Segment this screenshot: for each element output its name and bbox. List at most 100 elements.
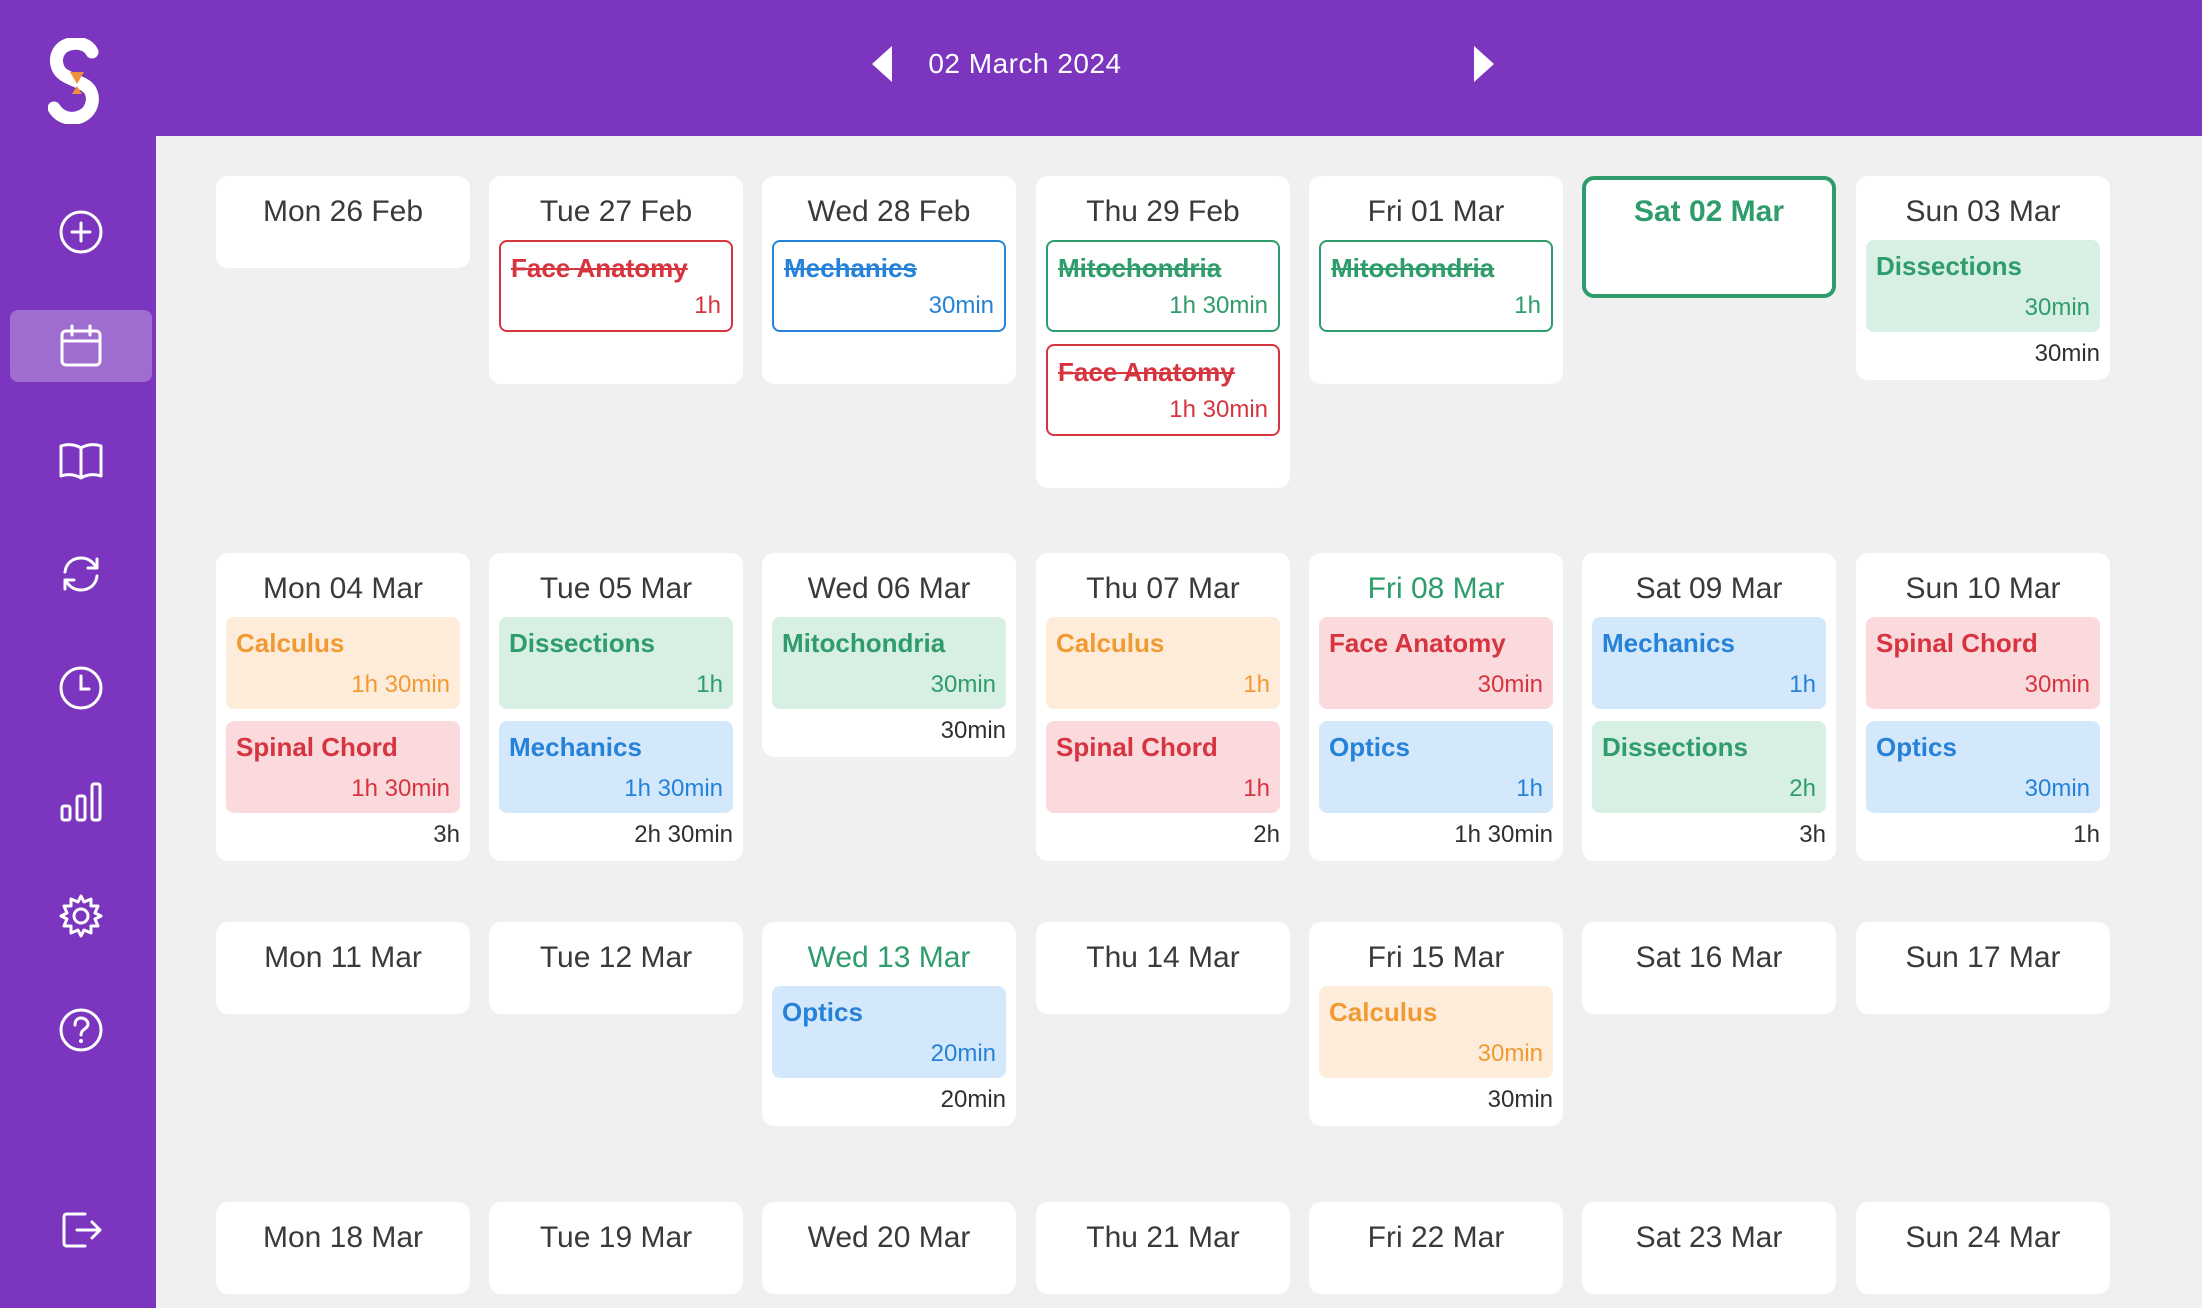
study-session[interactable]: Spinal Chord 1h xyxy=(1046,721,1280,813)
day-label: Thu 07 Mar xyxy=(1086,572,1240,605)
logout-icon xyxy=(62,1212,102,1248)
day-card[interactable]: Sat 09 Mar Mechanics 1h Dissections 2h 3h xyxy=(1582,553,1836,861)
day-card[interactable]: Fri 22 Mar xyxy=(1309,1202,1563,1294)
event-list: Calculus 1h Spinal Chord 1h xyxy=(1046,617,1280,813)
day-card[interactable]: Fri 08 Mar Face Anatomy 30min Optics 1h 1h 30… xyxy=(1309,553,1563,861)
day-card[interactable]: Sat 16 Mar xyxy=(1582,922,1836,1014)
day-card[interactable]: Tue 12 Mar xyxy=(489,922,743,1014)
day-card[interactable]: Thu 21 Mar xyxy=(1036,1202,1290,1294)
study-session[interactable]: Mitochondria 1h 30min xyxy=(1046,240,1280,332)
day-label: Mon 18 Mar xyxy=(262,1221,424,1254)
day-card[interactable]: Thu 29 Feb Mitochondria 1h 30min Face Anato… xyxy=(1036,176,1290,488)
session-duration: 30min xyxy=(1477,671,1543,698)
study-session[interactable]: Calculus 30min xyxy=(1319,986,1553,1078)
study-session[interactable]: Face Anatomy 30min xyxy=(1319,617,1553,709)
session-duration: 30min xyxy=(2024,775,2090,802)
session-duration: 1h 30min xyxy=(1169,396,1268,423)
nav-settings[interactable] xyxy=(10,880,152,952)
study-session[interactable]: Mechanics 30min xyxy=(772,240,1006,332)
study-session[interactable]: Optics 20min xyxy=(772,986,1006,1078)
day-card[interactable]: Mon 18 Mar xyxy=(216,1202,470,1294)
nav-add[interactable] xyxy=(10,196,152,268)
day-card[interactable]: Fri 01 Mar Mitochondria 1h xyxy=(1309,176,1563,384)
day-card[interactable]: Tue 27 Feb Face Anatomy 1h xyxy=(489,176,743,384)
day-label: Wed 13 Mar xyxy=(807,941,971,974)
session-duration: 1h xyxy=(696,671,723,698)
study-session[interactable]: Spinal Chord 30min xyxy=(1866,617,2100,709)
study-session[interactable]: Face Anatomy 1h 30min xyxy=(1046,344,1280,436)
nav-revisions[interactable] xyxy=(10,538,152,610)
event-list: Calculus 1h 30min Spinal Chord 1h 30min xyxy=(226,617,460,813)
gear-icon xyxy=(59,894,103,938)
session-subject: Mitochondria xyxy=(782,628,946,658)
day-card[interactable]: Sat 02 Mar xyxy=(1582,176,1836,298)
study-session[interactable]: Optics 1h xyxy=(1319,721,1553,813)
event-list: Dissections 30min xyxy=(1866,240,2100,332)
session-subject: Spinal Chord xyxy=(1876,628,2038,658)
session-duration: 1h xyxy=(1243,775,1270,802)
day-label: Tue 05 Mar xyxy=(539,572,693,605)
session-duration: 30min xyxy=(930,671,996,698)
session-subject: Optics xyxy=(1329,732,1410,762)
session-duration: 1h xyxy=(1243,671,1270,698)
session-subject: Dissections xyxy=(509,628,655,658)
day-label: Sat 23 Mar xyxy=(1635,1221,1783,1254)
next-week-arrow-icon[interactable] xyxy=(1470,44,1498,84)
study-session[interactable]: Mitochondria 1h xyxy=(1319,240,1553,332)
study-session[interactable]: Face Anatomy 1h xyxy=(499,240,733,332)
study-session[interactable]: Mitochondria 30min xyxy=(772,617,1006,709)
session-subject: Mechanics xyxy=(784,253,917,283)
day-card[interactable]: Sun 17 Mar xyxy=(1856,922,2110,1014)
day-label: Wed 20 Mar xyxy=(807,1221,971,1254)
session-duration: 2h xyxy=(1789,775,1816,802)
nav-logout[interactable] xyxy=(10,1194,152,1266)
study-session[interactable]: Dissections 30min xyxy=(1866,240,2100,332)
study-session[interactable]: Mechanics 1h xyxy=(1592,617,1826,709)
session-subject: Mechanics xyxy=(1602,628,1735,658)
study-session[interactable]: Calculus 1h 30min xyxy=(226,617,460,709)
day-card[interactable]: Wed 28 Feb Mechanics 30min xyxy=(762,176,1016,384)
day-label: Sun 24 Mar xyxy=(1905,1221,2061,1254)
study-session[interactable]: Mechanics 1h 30min xyxy=(499,721,733,813)
day-card[interactable]: Sat 23 Mar xyxy=(1582,1202,1836,1294)
session-subject: Dissections xyxy=(1876,251,2022,281)
study-session[interactable]: Dissections 2h xyxy=(1592,721,1826,813)
day-card[interactable]: Sun 10 Mar Spinal Chord 30min Optics 30min 1h xyxy=(1856,553,2110,861)
day-card[interactable]: Sun 03 Mar Dissections 30min 30min xyxy=(1856,176,2110,380)
study-session[interactable]: Optics 30min xyxy=(1866,721,2100,813)
day-total-duration: 1h 30min xyxy=(1454,821,1553,848)
day-card[interactable]: Tue 19 Mar xyxy=(489,1202,743,1294)
day-label: Wed 28 Feb xyxy=(807,195,971,228)
day-label: Wed 06 Mar xyxy=(807,572,971,605)
nav-stats[interactable] xyxy=(10,766,152,838)
nav-calendar[interactable] xyxy=(10,310,152,382)
app-logo[interactable] xyxy=(47,36,108,125)
day-card[interactable]: Fri 15 Mar Calculus 30min 30min xyxy=(1309,922,1563,1126)
nav-history[interactable] xyxy=(10,652,152,724)
study-session[interactable]: Calculus 1h xyxy=(1046,617,1280,709)
session-subject: Dissections xyxy=(1602,732,1748,762)
day-card[interactable]: Wed 13 Mar Optics 20min 20min xyxy=(762,922,1016,1126)
study-session[interactable]: Spinal Chord 1h 30min xyxy=(226,721,460,813)
event-list: Optics 20min xyxy=(772,986,1006,1078)
nav-help[interactable] xyxy=(10,994,152,1066)
day-card[interactable]: Thu 07 Mar Calculus 1h Spinal Chord 1h 2h xyxy=(1036,553,1290,861)
event-list: Mitochondria 1h 30min Face Anatomy 1h 30min xyxy=(1046,240,1280,436)
day-card[interactable]: Mon 26 Feb xyxy=(216,176,470,268)
day-card[interactable]: Tue 05 Mar Dissections 1h Mechanics 1h 30min… xyxy=(489,553,743,861)
session-subject: Spinal Chord xyxy=(236,732,398,762)
session-duration: 1h xyxy=(1516,775,1543,802)
day-card[interactable]: Mon 11 Mar xyxy=(216,922,470,1014)
session-duration: 1h xyxy=(1789,671,1816,698)
day-label: Sat 09 Mar xyxy=(1635,572,1783,605)
study-session[interactable]: Dissections 1h xyxy=(499,617,733,709)
day-card[interactable]: Thu 14 Mar xyxy=(1036,922,1290,1014)
day-total-duration: 2h xyxy=(1253,821,1280,848)
day-card[interactable]: Sun 24 Mar xyxy=(1856,1202,2110,1294)
day-card[interactable]: Mon 04 Mar Calculus 1h 30min Spinal Chord 1h… xyxy=(216,553,470,861)
day-card[interactable]: Wed 20 Mar xyxy=(762,1202,1016,1294)
session-duration: 30min xyxy=(928,292,994,319)
session-subject: Face Anatomy xyxy=(511,253,688,283)
nav-subjects[interactable] xyxy=(10,424,152,496)
day-card[interactable]: Wed 06 Mar Mitochondria 30min 30min xyxy=(762,553,1016,757)
